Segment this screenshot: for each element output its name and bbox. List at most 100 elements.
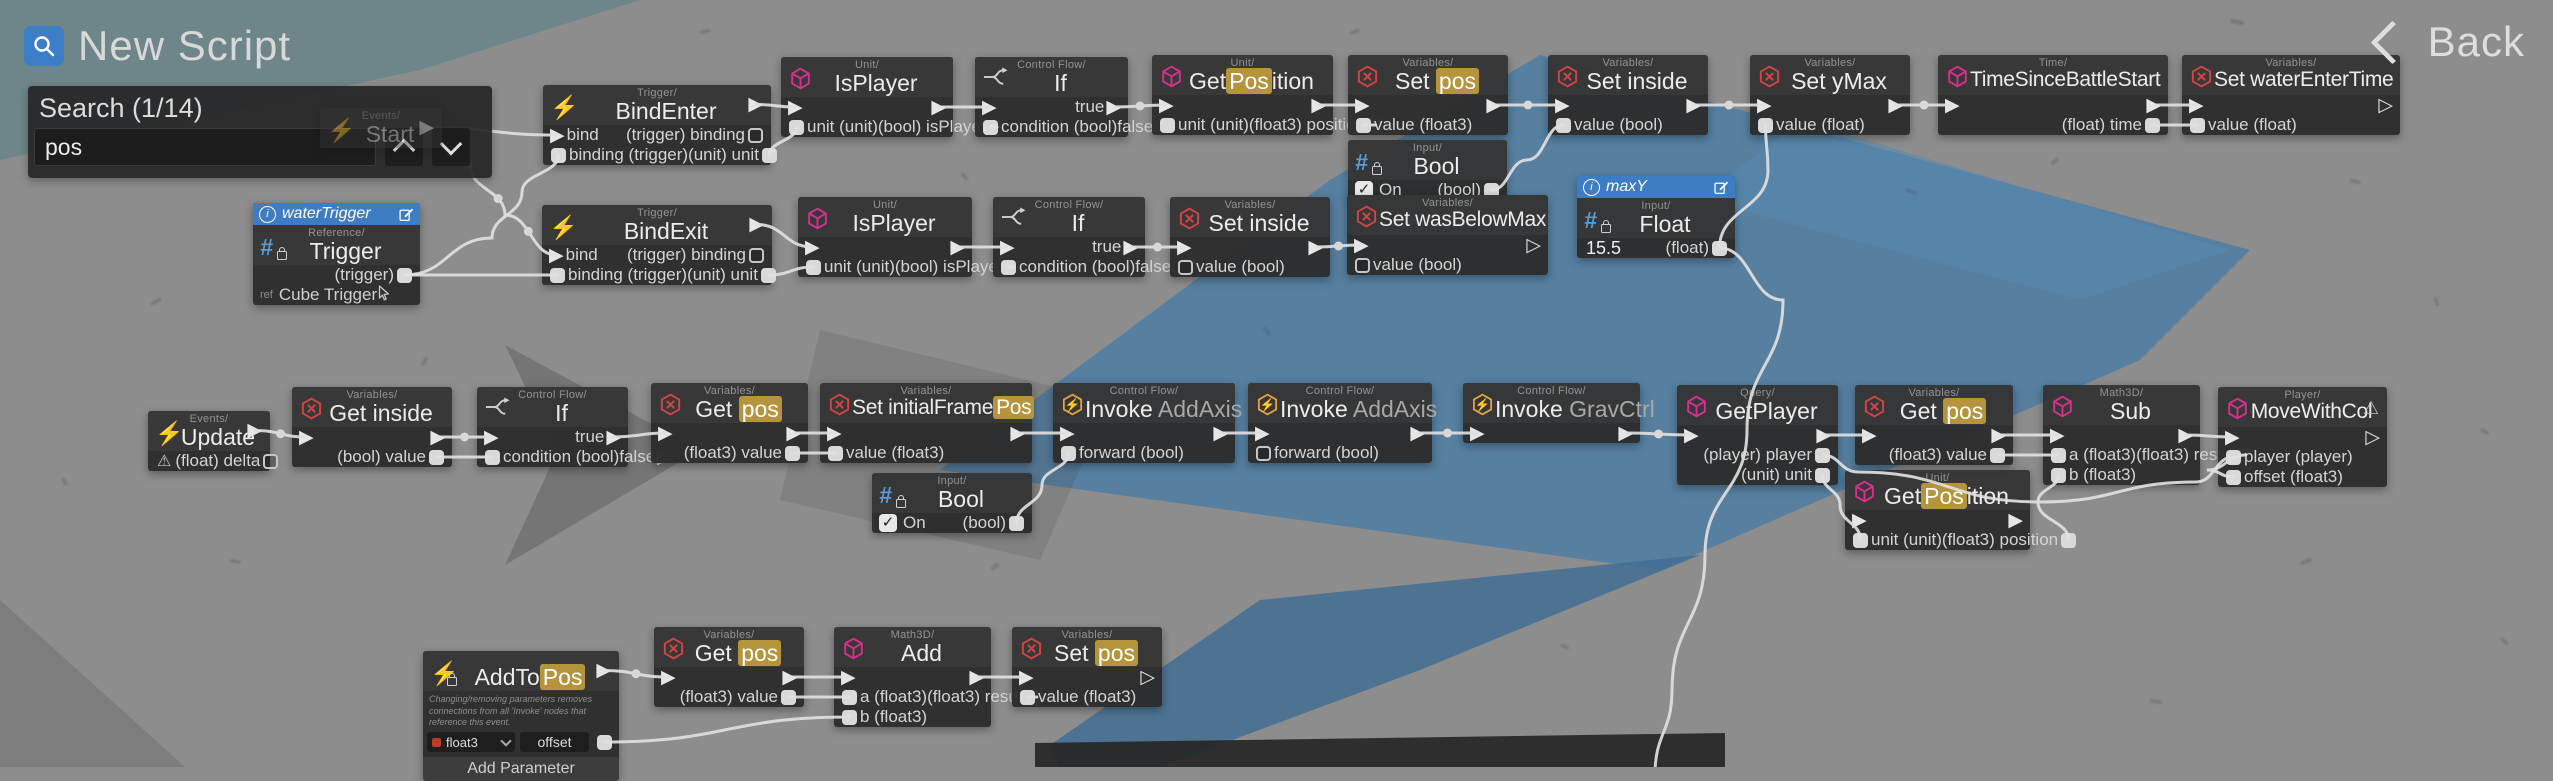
data-in-port[interactable] xyxy=(2051,447,2066,463)
exec-in-port[interactable]: ▶ xyxy=(982,98,997,117)
node-header[interactable]: Variables/Set waterEnterTime xyxy=(2182,55,2400,95)
exec-in-port[interactable]: ▶ xyxy=(484,428,499,447)
node-add[interactable]: Math3D/Add ▶ ▶ a (float3) (float3) result b (… xyxy=(834,627,1045,727)
exec-out-port[interactable]: ▶ xyxy=(1991,426,2006,445)
node-isplayer1[interactable]: Unit/IsPlayer ▶ ▶ unit (unit) (bool) isPlaye… xyxy=(781,57,1005,137)
exec-in-port[interactable]: ▶ xyxy=(1000,238,1015,257)
node-if2[interactable]: Control Flow/If ▶ true ▶ condition (bool) fal… xyxy=(993,197,1188,277)
add-parameter-button[interactable]: Add Parameter xyxy=(423,757,619,781)
node-start[interactable]: ⚡ Events/Start ▶ xyxy=(320,108,442,148)
node-isplayer2[interactable]: Unit/IsPlayer ▶ ▶ unit (unit) (bool) isPlaye… xyxy=(798,197,1022,277)
exec-out-port[interactable]: ▶ xyxy=(1410,424,1425,443)
data-out-port[interactable] xyxy=(397,267,412,283)
exec-out-port[interactable]: ▶ xyxy=(1308,238,1323,257)
ref-target-label[interactable]: Cube Trigger xyxy=(279,285,377,305)
exec-out-port[interactable]: ▶ xyxy=(596,661,611,680)
data-in-port[interactable] xyxy=(2051,467,2066,483)
exec-in-port[interactable]: ▶ xyxy=(1060,424,1075,443)
exec-out-port[interactable]: ▷ xyxy=(1526,236,1541,255)
exec-out-port[interactable]: ▶ xyxy=(931,98,946,117)
node-header[interactable]: Variables/Get pos xyxy=(1855,385,2013,425)
node-header[interactable]: ⚡ Events/Start ▶ xyxy=(320,108,442,148)
node-header[interactable]: Variables/Set inside xyxy=(1170,197,1330,237)
node-getposition3[interactable]: Unit/Get Pos ition ▶ ▶ unit (unit) (float3) po… xyxy=(1845,470,2077,550)
node-header[interactable]: Variables/Get inside xyxy=(292,387,452,427)
data-in-port[interactable] xyxy=(1178,259,1193,275)
data-in-port[interactable] xyxy=(551,147,566,163)
exec-in-port[interactable]: ▶ xyxy=(1852,511,1867,530)
node-header[interactable]: Unit/IsPlayer xyxy=(781,57,953,97)
node-header[interactable]: ⚡ Trigger/BindExit ▶ xyxy=(542,205,772,245)
exec-in-port[interactable]: ▶ xyxy=(2050,426,2065,445)
exec-out-port[interactable]: ▶ xyxy=(606,428,621,447)
node-header[interactable]: # Input/Bool xyxy=(1348,140,1507,180)
data-in-port[interactable] xyxy=(806,259,821,275)
node-if3[interactable]: Control Flow/If ▶ true ▶ condition (bool) fal… xyxy=(477,387,672,467)
node-setwbm[interactable]: Variables/Set wasBelowMax ▶ ▷ value (bool) xyxy=(1347,195,1548,275)
node-header[interactable]: Variables/Set wasBelowMax xyxy=(1347,195,1548,235)
data-out-port[interactable] xyxy=(761,147,777,163)
node-setifp[interactable]: Variables/Set initialFrame Pos ▶ ▶ value (fl… xyxy=(820,383,1035,463)
exec-out-port[interactable]: ▶ xyxy=(419,118,434,137)
data-in-port[interactable] xyxy=(2226,469,2241,485)
data-in-port[interactable] xyxy=(1001,259,1016,275)
data-out-port[interactable] xyxy=(597,734,612,750)
node-invaa2[interactable]: ⚡ Control Flow/Invoke AddAxis ▶ ▶ forward (b… xyxy=(1248,383,1437,463)
data-in-port[interactable] xyxy=(789,119,804,135)
data-out-port[interactable] xyxy=(2061,532,2077,548)
node-floatmaxy[interactable]: i maxY # Input/Float 15.5 (float) xyxy=(1577,176,1735,258)
data-in-port[interactable] xyxy=(1758,117,1773,133)
exec-in-port[interactable]: ▶ xyxy=(1470,424,1485,443)
exec-out-port[interactable]: ▷ xyxy=(2365,428,2380,447)
node-header[interactable]: ⚡ Trigger/BindEnter ▶ xyxy=(543,85,771,125)
exec-in-port[interactable]: ▶ xyxy=(841,668,856,687)
exec-out-port[interactable]: ▷ xyxy=(2378,96,2393,115)
node-bindexit[interactable]: ⚡ Trigger/BindExit ▶ ▶ bind (trigger) binding… xyxy=(542,205,776,285)
exec-out-port[interactable]: ▶ xyxy=(2008,511,2023,530)
exec-in-port[interactable]: ▶ xyxy=(827,424,842,443)
data-out-port[interactable] xyxy=(1009,515,1024,531)
node-bool3[interactable]: # Input/Bool ✓ On (bool) xyxy=(872,473,1032,533)
exec-out-port[interactable]: ▶ xyxy=(1618,424,1633,443)
exec-in-port[interactable]: ▶ xyxy=(2189,96,2204,115)
node-invgc[interactable]: ⚡ Control Flow/Invoke GravCtrl ▶ ▶ xyxy=(1463,383,1655,443)
data-in-port[interactable] xyxy=(842,689,857,705)
data-in-port[interactable] xyxy=(1356,117,1371,133)
node-header[interactable]: Unit/Get Pos ition xyxy=(1845,470,2030,510)
node-header[interactable]: Variables/Get pos xyxy=(651,383,808,423)
data-in-port[interactable] xyxy=(2190,117,2205,133)
node-getpos4[interactable]: Variables/Get pos ▶ ▶ (float3) value xyxy=(654,627,804,707)
node-setwet[interactable]: Variables/Set waterEnterTime ▶ ▷ value (flo… xyxy=(2182,55,2400,135)
data-in-port[interactable] xyxy=(1853,532,1868,548)
node-header[interactable]: Variables/Set yMax xyxy=(1750,55,1910,95)
value-field[interactable]: 15.5 xyxy=(1586,238,1621,259)
exec-out-port[interactable]: ▶ xyxy=(1311,96,1326,115)
ref-picker-icon[interactable] xyxy=(377,284,392,306)
exec-in-port[interactable]: ▶ xyxy=(1354,236,1369,255)
exec-out-port[interactable]: ▶ xyxy=(1010,424,1025,443)
exec-in-port[interactable]: ▶ xyxy=(549,246,564,265)
node-header[interactable]: # Input/Bool xyxy=(872,473,1032,513)
exec-in-port[interactable]: ▶ xyxy=(1862,426,1877,445)
node-header[interactable]: Variables/Set initialFrame Pos xyxy=(820,383,1035,423)
node-setpos1[interactable]: Variables/Set pos ▶ ▶ value (float3) xyxy=(1348,55,1508,135)
node-bindenter[interactable]: ⚡ Trigger/BindEnter ▶ ▶ bind (trigger) bindin… xyxy=(543,85,777,165)
data-out-port[interactable] xyxy=(1815,447,1830,463)
node-header[interactable]: Variables/Set pos xyxy=(1348,55,1508,95)
node-header[interactable]: Time/TimeSinceBattleStart xyxy=(1938,55,2168,95)
exec-out-port[interactable]: ▶ xyxy=(1816,426,1831,445)
node-getposition1[interactable]: Unit/Get Pos ition ▶ ▶ unit (unit) (float3) po… xyxy=(1152,55,1384,135)
exec-out-port[interactable]: ▶ xyxy=(748,95,763,114)
node-header[interactable]: # Reference/Trigger xyxy=(253,225,420,265)
data-out-port[interactable] xyxy=(2145,117,2160,133)
data-in-port[interactable] xyxy=(983,119,998,135)
data-in-port[interactable] xyxy=(2226,449,2241,465)
node-invaa1[interactable]: ⚡ Control Flow/Invoke AddAxis ▶ ▶ forward (b… xyxy=(1053,383,1242,463)
script-canvas[interactable]: ⚡ Events/Start ▶ i waterTrigger # Reference/Tr… xyxy=(0,0,2553,781)
exec-out-port[interactable]: ▶ xyxy=(969,668,984,687)
exec-out-port[interactable]: ▶ xyxy=(2178,426,2193,445)
exec-in-port[interactable]: ▶ xyxy=(2225,428,2240,447)
node-header[interactable]: ⚡ Events/Update ▶ xyxy=(148,411,270,451)
node-bool1[interactable]: # Input/Bool ✓ On (bool) xyxy=(1348,140,1507,200)
node-header[interactable]: Unit/IsPlayer xyxy=(798,197,972,237)
